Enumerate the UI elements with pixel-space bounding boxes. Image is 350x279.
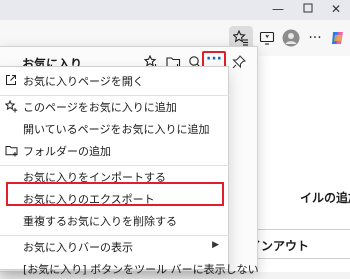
profile-avatar-icon[interactable] xyxy=(279,26,303,50)
page-text-fragment: イルの追加 xyxy=(300,191,350,205)
menu-item-show-favorites-bar[interactable]: お気に入りバーの表示 ▶ xyxy=(0,235,229,257)
menu-item-label: 重複するお気に入りを削除する xyxy=(23,215,177,228)
menu-item-label: お気に入りバーの表示 xyxy=(23,241,133,254)
menu-item-remove-duplicates[interactable]: 重複するお気に入りを削除する xyxy=(0,209,229,231)
minimize-icon[interactable]: — xyxy=(268,2,288,16)
title-bar: — ✕ xyxy=(0,0,350,20)
menu-item-label: このページをお気に入りに追加 xyxy=(23,101,177,114)
open-external-icon xyxy=(4,73,18,87)
chevron-right-icon: ▶ xyxy=(212,240,219,250)
menu-item-add-open-pages[interactable]: 開いているページをお気に入りに追加 xyxy=(0,117,229,139)
menu-item-label: [お気に入り] ボタンをツール バーに表示しない xyxy=(23,263,259,276)
menu-item-add-this-page[interactable]: このページをお気に入りに追加 xyxy=(0,95,229,117)
star-add-icon xyxy=(4,99,18,113)
menu-item-add-folder[interactable]: フォルダーの追加 xyxy=(0,139,229,161)
copilot-icon[interactable] xyxy=(326,26,350,50)
collections-icon[interactable] xyxy=(255,26,279,50)
menu-item-label: フォルダーの追加 xyxy=(23,145,111,158)
favorites-more-menu: お気に入りページを開く このページをお気に入りに追加 開いているページをお気に入… xyxy=(0,66,259,276)
more-options-icon[interactable]: ··· xyxy=(303,26,327,50)
close-window-icon[interactable]: ✕ xyxy=(326,2,346,16)
pin-icon[interactable] xyxy=(230,53,248,71)
menu-item-label: お気に入りページを開く xyxy=(23,75,144,88)
menu-item-hide-favorites-button[interactable]: [お気に入り] ボタンをツール バーに表示しない xyxy=(0,257,259,279)
menu-item-label: 開いているページをお気に入りに追加 xyxy=(23,123,210,136)
maximize-icon[interactable] xyxy=(298,2,318,16)
folder-add-icon xyxy=(4,143,18,157)
page-button-label: インアウト xyxy=(249,239,310,253)
highlight-box xyxy=(6,182,224,206)
menu-item-open-favorites-page[interactable]: お気に入りページを開く xyxy=(0,69,229,91)
